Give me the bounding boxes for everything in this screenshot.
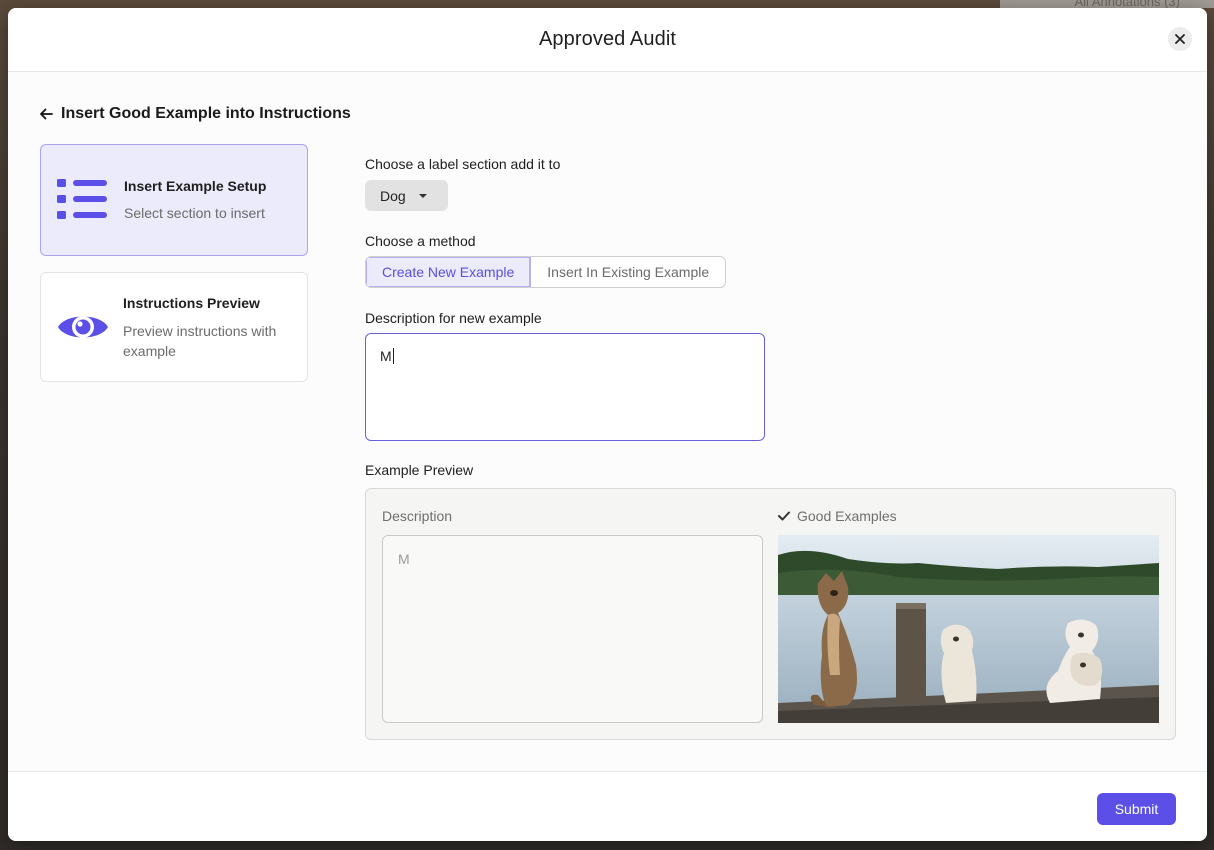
text-cursor <box>392 348 394 364</box>
example-preview-panel: Description M Good Examples <box>365 488 1176 740</box>
modal-title: Approved Audit <box>538 28 677 50</box>
good-examples-header: Good Examples <box>778 508 897 524</box>
preview-description-label: Description <box>382 508 453 524</box>
method-label: Choose a method <box>365 233 476 249</box>
back-header: Insert Good Example into Instructions <box>39 105 351 123</box>
modal-footer: Submit <box>8 771 1207 841</box>
step-title: Insert Example Setup <box>124 178 267 194</box>
modal-header: Approved Audit <box>8 8 1207 72</box>
step-subtitle: Preview instructions with example <box>123 323 277 359</box>
method-toggle: Create New Example Insert In Existing Ex… <box>365 256 727 288</box>
description-label: Description for new example <box>365 310 542 326</box>
description-textarea[interactable]: M <box>365 333 765 441</box>
submit-button[interactable]: Submit <box>1097 793 1176 825</box>
approved-audit-modal: Approved Audit Insert Good Example into … <box>8 8 1207 841</box>
close-button[interactable] <box>1168 27 1192 51</box>
example-preview-label: Example Preview <box>365 462 474 478</box>
back-arrow-icon[interactable] <box>39 107 53 121</box>
step-insert-example-setup[interactable]: Insert Example Setup Select section to i… <box>40 144 308 256</box>
back-title: Insert Good Example into Instructions <box>61 105 351 122</box>
close-icon <box>1175 34 1185 44</box>
dogs-on-dock-photo <box>778 535 1159 723</box>
preview-description-box: M <box>382 535 763 723</box>
step-title: Instructions Preview <box>123 295 260 311</box>
section-label: Choose a label section add it to <box>365 156 561 172</box>
method-insert-existing[interactable]: Insert In Existing Example <box>531 257 725 287</box>
good-examples-label: Good Examples <box>797 508 897 524</box>
description-value: M <box>380 348 392 364</box>
method-create-new[interactable]: Create New Example <box>366 257 532 287</box>
eye-icon <box>57 309 109 350</box>
preview-description-value: M <box>398 551 410 567</box>
section-dropdown-value: Dog <box>380 187 406 204</box>
check-icon <box>778 511 790 521</box>
caret-down-icon <box>418 193 427 198</box>
step-instructions-preview[interactable]: Instructions Preview Preview instruction… <box>40 272 308 382</box>
backdrop-toolbar: All Annotations (3) <box>1000 0 1214 9</box>
section-dropdown[interactable]: Dog <box>365 180 448 211</box>
step-subtitle: Select section to insert <box>124 205 265 221</box>
list-icon <box>57 179 109 226</box>
